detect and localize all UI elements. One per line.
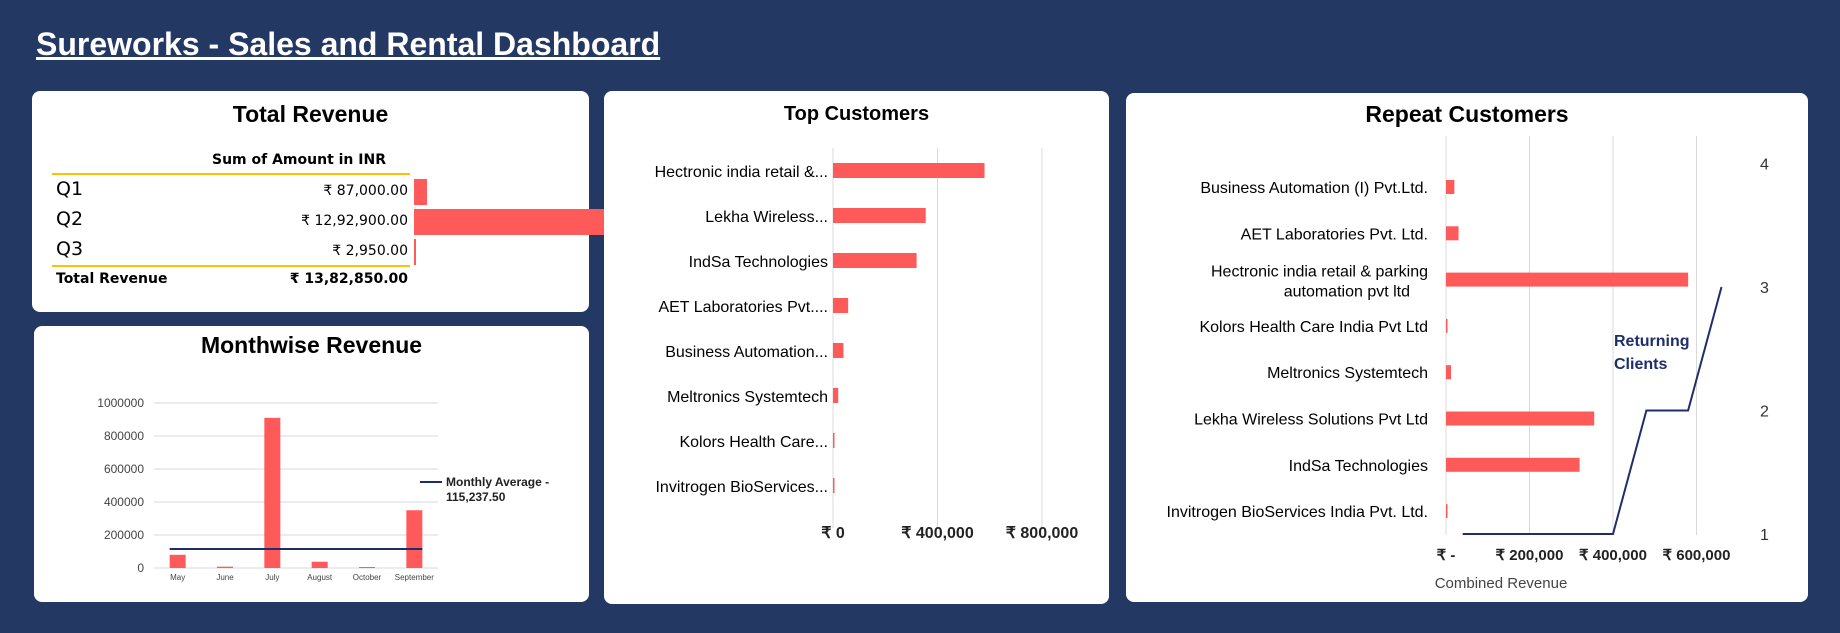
legend-label: 115,237.50: [446, 490, 506, 504]
repeat-customers-chart: ₹ - ₹ 200,000 ₹ 400,000 ₹ 600,000 Business A…: [1167, 136, 1769, 564]
category-label: Meltronics Systemtech: [667, 389, 828, 406]
month-bar: [359, 567, 375, 568]
x-tick-label: October: [353, 573, 382, 582]
x-tick-label: ₹ -: [1437, 547, 1456, 564]
category-label: IndSa Technologies: [1289, 458, 1428, 475]
repeat-customers-panel: Repeat Customers ₹ - ₹ 200,000 ₹ 400,000 ₹ …: [1126, 93, 1808, 602]
x-tick-label: ₹ 400,000: [1579, 547, 1647, 564]
secondary-y-tick-label: 4: [1760, 157, 1769, 174]
x-tick-label: ₹ 400,000: [901, 525, 974, 542]
returning-clients-annotation: Returning Clients: [1614, 333, 1690, 373]
top-customers-panel: Top Customers ₹ 0 ₹ 400,000 ₹ 800,000 Hectr…: [604, 91, 1109, 604]
customer-bar: [833, 208, 926, 223]
monthwise-chart: 0 200000 400000 600000 800000 1000000 May June J…: [97, 396, 549, 582]
quarter-bar: [414, 179, 427, 205]
month-bar: [264, 417, 281, 568]
customer-bar: [1446, 180, 1455, 194]
quarter-value: ₹ 12,92,900.00: [301, 213, 408, 229]
y-tick-label: 0: [137, 561, 144, 575]
category-label: Hectronic india retail &...: [655, 164, 828, 181]
category-label: Lekha Wireless Solutions Pvt Ltd: [1194, 412, 1428, 429]
y-tick-label: 800000: [104, 429, 144, 443]
y-tick-label: 400000: [104, 495, 144, 509]
month-bar: [217, 566, 233, 568]
customer-bar: [833, 298, 849, 313]
quarter-label: Q2: [56, 208, 84, 230]
x-tick-label: ₹ 0: [821, 525, 845, 542]
customer-bar: [1446, 226, 1459, 241]
category-label: Kolors Health Care India Pvt Ltd: [1199, 319, 1428, 336]
customer-bar: [1446, 504, 1448, 519]
secondary-y-tick-label: 2: [1760, 404, 1769, 421]
customer-bar: [833, 163, 985, 178]
x-tick-label: August: [307, 573, 333, 582]
secondary-y-tick-label: 1: [1760, 527, 1769, 544]
quarter-value: ₹ 2,950.00: [332, 243, 408, 259]
month-bar: [311, 561, 328, 568]
category-label: Business Automation...: [665, 344, 828, 361]
x-tick-label: June: [216, 573, 234, 582]
category-label: AET Laboratories Pvt. Ltd.: [1241, 226, 1428, 243]
category-label: Kolors Health Care...: [679, 434, 828, 451]
total-value: ₹ 13,82,850.00: [289, 271, 408, 287]
total-revenue-panel: Total Revenue Sum of Amount in INR Q1 ₹ 8…: [32, 91, 606, 312]
category-label: Business Automation (I) Pvt.Ltd.: [1200, 180, 1428, 197]
customer-bar: [1446, 365, 1452, 380]
category-label: Meltronics Systemtech: [1267, 365, 1428, 382]
quarter-label: Q3: [56, 238, 84, 260]
top-customers-chart: ₹ 0 ₹ 400,000 ₹ 800,000 Hectronic india ret…: [655, 148, 1079, 542]
total-revenue-title: Total Revenue: [232, 101, 389, 127]
total-rule: [52, 265, 410, 267]
customer-bar: [833, 253, 917, 268]
secondary-y-tick-label: 3: [1760, 280, 1769, 297]
month-bar: [169, 554, 186, 568]
quarter-label: Q1: [56, 178, 84, 200]
returning-clients-line: [1462, 286, 1723, 535]
x-tick-label: September: [395, 573, 434, 582]
header-rule: [52, 173, 410, 175]
monthwise-panel: Monthwise Revenue 0 200000 400000 600000 800…: [34, 326, 589, 602]
category-label: IndSa Technologies: [689, 254, 828, 271]
customer-bar: [833, 478, 835, 493]
quarter-bar: [414, 239, 416, 265]
customer-bar: [1446, 457, 1580, 472]
x-tick-label: May: [170, 573, 185, 582]
customer-bar: [833, 433, 835, 448]
customer-bar: [833, 343, 844, 358]
month-bar: [406, 510, 423, 568]
combined-revenue-label: Combined Revenue: [1434, 575, 1568, 592]
category-label: Invitrogen BioServices India Pvt. Ltd.: [1167, 504, 1428, 521]
y-tick-label: 1000000: [97, 396, 144, 410]
category-label: Lekha Wireless...: [705, 209, 828, 226]
x-tick-label: ₹ 600,000: [1663, 547, 1731, 564]
quarter-value: ₹ 87,000.00: [323, 183, 408, 199]
customer-bar: [833, 388, 839, 403]
x-tick-label: July: [265, 573, 279, 582]
category-label: automation pvt ltd: [1284, 284, 1410, 301]
category-label: Invitrogen BioServices...: [655, 479, 828, 496]
category-label: Hectronic india retail & parking: [1211, 264, 1428, 281]
customer-bar: [1446, 411, 1595, 426]
customer-bar: [1446, 272, 1689, 287]
column-header: Sum of Amount in INR: [212, 152, 386, 168]
x-tick-label: ₹ 800,000: [1006, 525, 1079, 542]
category-label: AET Laboratories Pvt....: [658, 299, 828, 316]
customer-bar: [1446, 318, 1448, 333]
quarter-bar: [414, 209, 606, 235]
x-tick-label: ₹ 200,000: [1496, 547, 1564, 564]
page-title: Sureworks - Sales and Rental Dashboard: [36, 26, 661, 62]
total-label: Total Revenue: [56, 271, 168, 287]
y-tick-label: 600000: [104, 462, 144, 476]
y-tick-label: 200000: [104, 528, 144, 542]
legend-label: Monthly Average -: [446, 475, 549, 489]
